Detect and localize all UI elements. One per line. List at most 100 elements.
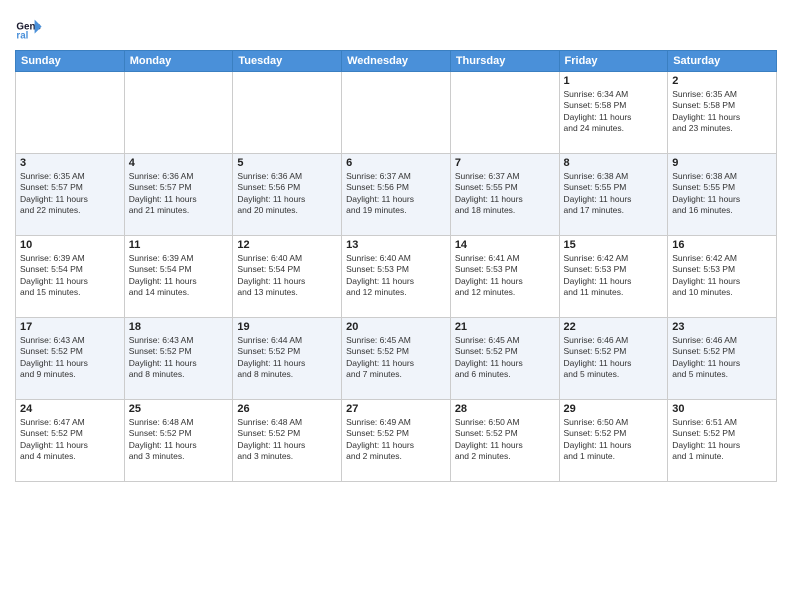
day-number: 11 <box>129 239 229 251</box>
day-number: 23 <box>672 321 772 333</box>
day-number: 5 <box>237 157 337 169</box>
calendar-cell: 16 Sunrise: 6:42 AM Sunset: 5:53 PM Dayli… <box>668 236 777 318</box>
day-info: Sunrise: 6:49 AM Sunset: 5:52 PM Dayligh… <box>346 417 446 463</box>
calendar-week-3: 17 Sunrise: 6:43 AM Sunset: 5:52 PM Dayli… <box>16 318 777 400</box>
day-info: Sunrise: 6:48 AM Sunset: 5:52 PM Dayligh… <box>237 417 337 463</box>
calendar-cell: 10 Sunrise: 6:39 AM Sunset: 5:54 PM Dayli… <box>16 236 125 318</box>
day-number: 28 <box>455 403 555 415</box>
day-info: Sunrise: 6:43 AM Sunset: 5:52 PM Dayligh… <box>20 335 120 381</box>
col-header-saturday: Saturday <box>668 51 777 72</box>
logo-icon: Gene ral <box>15 14 43 42</box>
col-header-wednesday: Wednesday <box>342 51 451 72</box>
day-number: 7 <box>455 157 555 169</box>
day-info: Sunrise: 6:39 AM Sunset: 5:54 PM Dayligh… <box>20 253 120 299</box>
calendar-cell: 20Sunrise: 6:45 AM Sunset: 5:52 PM Dayli… <box>342 318 451 400</box>
calendar-cell <box>342 72 451 154</box>
col-header-tuesday: Tuesday <box>233 51 342 72</box>
day-number: 9 <box>672 157 772 169</box>
calendar-cell: 18Sunrise: 6:43 AM Sunset: 5:52 PM Dayli… <box>124 318 233 400</box>
day-number: 8 <box>564 157 664 169</box>
day-number: 29 <box>564 403 664 415</box>
day-info: Sunrise: 6:36 AM Sunset: 5:56 PM Dayligh… <box>237 171 337 217</box>
calendar-cell: 21 Sunrise: 6:45 AM Sunset: 5:52 PM Dayli… <box>450 318 559 400</box>
calendar-cell: 9 Sunrise: 6:38 AM Sunset: 5:55 PM Daylig… <box>668 154 777 236</box>
day-number: 19 <box>237 321 337 333</box>
day-number: 6 <box>346 157 446 169</box>
day-info: Sunrise: 6:50 AM Sunset: 5:52 PM Dayligh… <box>564 417 664 463</box>
day-number: 27 <box>346 403 446 415</box>
col-header-friday: Friday <box>559 51 668 72</box>
calendar-cell: 17 Sunrise: 6:43 AM Sunset: 5:52 PM Dayli… <box>16 318 125 400</box>
day-info: Sunrise: 6:37 AM Sunset: 5:55 PM Dayligh… <box>455 171 555 217</box>
day-number: 14 <box>455 239 555 251</box>
calendar-cell <box>16 72 125 154</box>
calendar-cell <box>450 72 559 154</box>
day-info: Sunrise: 6:39 AM Sunset: 5:54 PM Dayligh… <box>129 253 229 299</box>
day-number: 30 <box>672 403 772 415</box>
day-info: Sunrise: 6:41 AM Sunset: 5:53 PM Dayligh… <box>455 253 555 299</box>
calendar-cell: 28 Sunrise: 6:50 AM Sunset: 5:52 PM Dayli… <box>450 400 559 482</box>
calendar-cell: 19Sunrise: 6:44 AM Sunset: 5:52 PM Dayli… <box>233 318 342 400</box>
col-header-thursday: Thursday <box>450 51 559 72</box>
day-info: Sunrise: 6:34 AM Sunset: 5:58 PM Dayligh… <box>564 89 664 135</box>
day-number: 15 <box>564 239 664 251</box>
calendar-cell: 2 Sunrise: 6:35 AM Sunset: 5:58 PM Daylig… <box>668 72 777 154</box>
day-info: Sunrise: 6:45 AM Sunset: 5:52 PM Dayligh… <box>346 335 446 381</box>
calendar-cell: 13 Sunrise: 6:40 AM Sunset: 5:53 PM Dayli… <box>342 236 451 318</box>
calendar-cell: 12Sunrise: 6:40 AM Sunset: 5:54 PM Dayli… <box>233 236 342 318</box>
calendar-week-2: 10 Sunrise: 6:39 AM Sunset: 5:54 PM Dayli… <box>16 236 777 318</box>
day-info: Sunrise: 6:40 AM Sunset: 5:53 PM Dayligh… <box>346 253 446 299</box>
calendar-week-1: 3 Sunrise: 6:35 AM Sunset: 5:57 PM Daylig… <box>16 154 777 236</box>
day-number: 16 <box>672 239 772 251</box>
calendar-cell: 4 Sunrise: 6:36 AM Sunset: 5:57 PM Daylig… <box>124 154 233 236</box>
calendar-cell: 1 Sunrise: 6:34 AM Sunset: 5:58 PM Daylig… <box>559 72 668 154</box>
day-info: Sunrise: 6:48 AM Sunset: 5:52 PM Dayligh… <box>129 417 229 463</box>
calendar-header-row: SundayMondayTuesdayWednesdayThursdayFrid… <box>16 51 777 72</box>
calendar: SundayMondayTuesdayWednesdayThursdayFrid… <box>15 50 777 482</box>
calendar-cell: 22Sunrise: 6:46 AM Sunset: 5:52 PM Dayli… <box>559 318 668 400</box>
day-info: Sunrise: 6:42 AM Sunset: 5:53 PM Dayligh… <box>672 253 772 299</box>
day-info: Sunrise: 6:50 AM Sunset: 5:52 PM Dayligh… <box>455 417 555 463</box>
day-info: Sunrise: 6:45 AM Sunset: 5:52 PM Dayligh… <box>455 335 555 381</box>
calendar-cell: 6 Sunrise: 6:37 AM Sunset: 5:56 PM Daylig… <box>342 154 451 236</box>
day-number: 25 <box>129 403 229 415</box>
calendar-cell: 11 Sunrise: 6:39 AM Sunset: 5:54 PM Dayli… <box>124 236 233 318</box>
day-info: Sunrise: 6:46 AM Sunset: 5:52 PM Dayligh… <box>672 335 772 381</box>
day-info: Sunrise: 6:35 AM Sunset: 5:58 PM Dayligh… <box>672 89 772 135</box>
calendar-cell: 8 Sunrise: 6:38 AM Sunset: 5:55 PM Daylig… <box>559 154 668 236</box>
header: Gene ral <box>15 10 777 42</box>
calendar-cell: 14 Sunrise: 6:41 AM Sunset: 5:53 PM Dayli… <box>450 236 559 318</box>
col-header-monday: Monday <box>124 51 233 72</box>
col-header-sunday: Sunday <box>16 51 125 72</box>
calendar-cell <box>233 72 342 154</box>
day-number: 10 <box>20 239 120 251</box>
svg-text:ral: ral <box>16 31 28 42</box>
calendar-cell: 26Sunrise: 6:48 AM Sunset: 5:52 PM Dayli… <box>233 400 342 482</box>
day-number: 24 <box>20 403 120 415</box>
calendar-cell: 25 Sunrise: 6:48 AM Sunset: 5:52 PM Dayli… <box>124 400 233 482</box>
day-number: 3 <box>20 157 120 169</box>
day-number: 4 <box>129 157 229 169</box>
day-info: Sunrise: 6:36 AM Sunset: 5:57 PM Dayligh… <box>129 171 229 217</box>
day-info: Sunrise: 6:38 AM Sunset: 5:55 PM Dayligh… <box>564 171 664 217</box>
calendar-week-0: 1 Sunrise: 6:34 AM Sunset: 5:58 PM Daylig… <box>16 72 777 154</box>
day-info: Sunrise: 6:35 AM Sunset: 5:57 PM Dayligh… <box>20 171 120 217</box>
calendar-cell: 29 Sunrise: 6:50 AM Sunset: 5:52 PM Dayli… <box>559 400 668 482</box>
day-number: 13 <box>346 239 446 251</box>
calendar-cell <box>124 72 233 154</box>
day-number: 21 <box>455 321 555 333</box>
day-number: 2 <box>672 75 772 87</box>
page: Gene ral SundayMondayTuesdayWednesdayThu… <box>0 0 792 612</box>
calendar-cell: 23 Sunrise: 6:46 AM Sunset: 5:52 PM Dayli… <box>668 318 777 400</box>
logo: Gene ral <box>15 14 47 42</box>
day-info: Sunrise: 6:38 AM Sunset: 5:55 PM Dayligh… <box>672 171 772 217</box>
day-info: Sunrise: 6:37 AM Sunset: 5:56 PM Dayligh… <box>346 171 446 217</box>
day-number: 17 <box>20 321 120 333</box>
calendar-cell: 30Sunrise: 6:51 AM Sunset: 5:52 PM Dayli… <box>668 400 777 482</box>
day-number: 22 <box>564 321 664 333</box>
day-info: Sunrise: 6:47 AM Sunset: 5:52 PM Dayligh… <box>20 417 120 463</box>
day-number: 1 <box>564 75 664 87</box>
calendar-cell: 24 Sunrise: 6:47 AM Sunset: 5:52 PM Dayli… <box>16 400 125 482</box>
calendar-cell: 5 Sunrise: 6:36 AM Sunset: 5:56 PM Daylig… <box>233 154 342 236</box>
day-number: 18 <box>129 321 229 333</box>
